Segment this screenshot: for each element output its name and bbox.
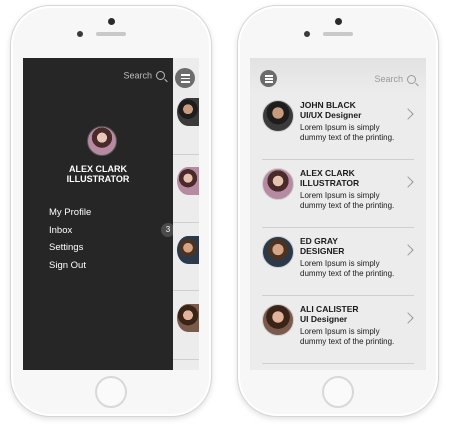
peek-avatar-4 <box>177 304 199 332</box>
front-camera <box>108 18 115 25</box>
menu-search-label: Search <box>123 70 152 81</box>
menu-search[interactable]: Search <box>123 70 165 81</box>
contact-name: ED GRAY <box>300 236 338 246</box>
home-button[interactable] <box>95 376 127 408</box>
contact-name: ALEX CLARK <box>300 168 355 178</box>
divider <box>173 290 199 291</box>
profile-avatar <box>87 126 117 156</box>
speaker-grille <box>96 32 126 36</box>
contact-name: ALI CALISTER <box>300 304 359 314</box>
contact-row[interactable]: ED GRAY DESIGNER Lorem Ipsum is simply d… <box>250 228 426 296</box>
divider <box>262 363 414 364</box>
contact-role: DESIGNER <box>300 246 345 256</box>
profile-name-line2: ILLUSTRATOR <box>66 174 130 184</box>
menu-item-label: My Profile <box>49 207 92 218</box>
contact-avatar <box>262 168 294 200</box>
top-bar: Search <box>250 58 426 94</box>
menu-item-sign-out[interactable]: Sign Out <box>49 257 169 275</box>
speaker-grille <box>323 32 353 36</box>
top-search[interactable]: Search <box>374 74 416 85</box>
menu-item-inbox[interactable]: Inbox 3 <box>49 222 175 240</box>
contact-name: JOHN BLACK <box>300 100 356 110</box>
peek-avatar-3 <box>177 236 199 264</box>
profile-name: ALEX CLARK ILLUSTRATOR <box>23 164 173 184</box>
contact-avatar <box>262 304 294 336</box>
contact-description: Lorem Ipsum is simply dummy text of the … <box>300 191 395 210</box>
contact-row[interactable]: ALI CALISTER UI Designer Lorem Ipsum is … <box>250 296 426 364</box>
left-screen: Search ALEX CLARK ILLUSTRATOR My Profile… <box>23 58 199 370</box>
top-search-label: Search <box>374 74 403 84</box>
contact-description: Lorem Ipsum is simply dummy text of the … <box>300 259 395 278</box>
contact-description: Lorem Ipsum is simply dummy text of the … <box>300 327 395 346</box>
search-icon[interactable] <box>156 71 165 81</box>
hamburger-icon[interactable] <box>175 68 195 88</box>
peek-avatar-1 <box>177 98 199 126</box>
contact-row[interactable]: ALEX CLARK ILLUSTRATOR Lorem Ipsum is si… <box>250 160 426 228</box>
divider <box>173 359 199 360</box>
contact-row[interactable]: JOHN BLACK UI/UX Designer Lorem Ipsum is… <box>250 92 426 160</box>
contact-description: Lorem Ipsum is simply dummy text of the … <box>300 123 395 142</box>
peek-avatar-2 <box>177 167 199 195</box>
contact-role: UI Designer <box>300 314 348 324</box>
divider <box>173 222 199 223</box>
right-screen: Search JOHN BLACK UI/UX Designer Lorem I… <box>250 58 426 370</box>
menu-item-settings[interactable]: Settings <box>49 239 169 257</box>
left-phone-frame: Search ALEX CLARK ILLUSTRATOR My Profile… <box>10 5 212 417</box>
contact-avatar <box>262 100 294 132</box>
menu-item-label: Inbox <box>49 224 73 236</box>
menu-item-label: Settings <box>49 242 84 253</box>
hamburger-icon[interactable] <box>260 70 277 87</box>
menu-list: My Profile Inbox 3 Settings Sign Out <box>49 204 175 275</box>
proximity-sensor <box>304 31 310 37</box>
divider <box>173 154 199 155</box>
contact-role: UI/UX Designer <box>300 110 362 120</box>
side-menu-panel: Search ALEX CLARK ILLUSTRATOR My Profile… <box>23 58 175 370</box>
proximity-sensor <box>77 31 83 37</box>
home-button[interactable] <box>322 376 354 408</box>
contact-role: ILLUSTRATOR <box>300 178 360 188</box>
content-peek <box>173 58 199 370</box>
menu-item-my-profile[interactable]: My Profile <box>49 204 169 222</box>
right-phone-frame: Search JOHN BLACK UI/UX Designer Lorem I… <box>237 5 439 417</box>
search-icon[interactable] <box>407 75 416 85</box>
menu-item-label: Sign Out <box>49 259 86 271</box>
profile-name-line1: ALEX CLARK <box>69 164 127 174</box>
contact-avatar <box>262 236 294 268</box>
front-camera <box>335 18 342 25</box>
